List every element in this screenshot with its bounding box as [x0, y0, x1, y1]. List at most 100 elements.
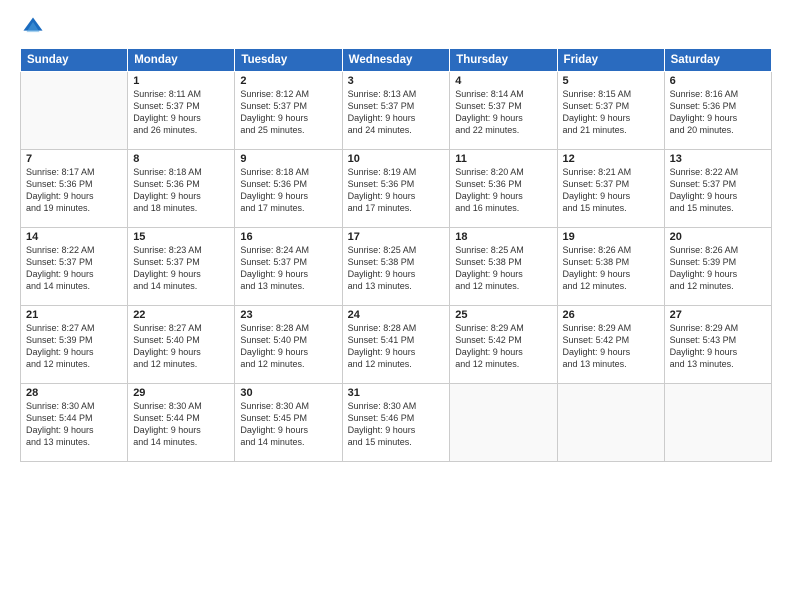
calendar-cell: 17Sunrise: 8:25 AM Sunset: 5:38 PM Dayli…	[342, 228, 450, 306]
weekday-header-saturday: Saturday	[664, 49, 771, 72]
day-info: Sunrise: 8:22 AM Sunset: 5:37 PM Dayligh…	[670, 166, 766, 215]
day-info: Sunrise: 8:29 AM Sunset: 5:43 PM Dayligh…	[670, 322, 766, 371]
day-number: 5	[563, 75, 659, 87]
day-info: Sunrise: 8:26 AM Sunset: 5:39 PM Dayligh…	[670, 244, 766, 293]
day-info: Sunrise: 8:29 AM Sunset: 5:42 PM Dayligh…	[455, 322, 551, 371]
day-number: 16	[240, 231, 336, 243]
calendar-cell: 5Sunrise: 8:15 AM Sunset: 5:37 PM Daylig…	[557, 72, 664, 150]
day-number: 31	[348, 387, 445, 399]
day-info: Sunrise: 8:24 AM Sunset: 5:37 PM Dayligh…	[240, 244, 336, 293]
day-info: Sunrise: 8:13 AM Sunset: 5:37 PM Dayligh…	[348, 88, 445, 137]
logo	[20, 16, 44, 38]
day-number: 22	[133, 309, 229, 321]
day-number: 19	[563, 231, 659, 243]
calendar-cell: 16Sunrise: 8:24 AM Sunset: 5:37 PM Dayli…	[235, 228, 342, 306]
calendar-cell: 3Sunrise: 8:13 AM Sunset: 5:37 PM Daylig…	[342, 72, 450, 150]
calendar-cell: 2Sunrise: 8:12 AM Sunset: 5:37 PM Daylig…	[235, 72, 342, 150]
day-info: Sunrise: 8:18 AM Sunset: 5:36 PM Dayligh…	[240, 166, 336, 215]
day-info: Sunrise: 8:27 AM Sunset: 5:39 PM Dayligh…	[26, 322, 122, 371]
calendar-week-1: 1Sunrise: 8:11 AM Sunset: 5:37 PM Daylig…	[21, 72, 772, 150]
day-number: 9	[240, 153, 336, 165]
day-info: Sunrise: 8:20 AM Sunset: 5:36 PM Dayligh…	[455, 166, 551, 215]
day-number: 15	[133, 231, 229, 243]
day-number: 27	[670, 309, 766, 321]
logo-icon	[22, 16, 44, 38]
day-number: 11	[455, 153, 551, 165]
calendar-cell: 27Sunrise: 8:29 AM Sunset: 5:43 PM Dayli…	[664, 306, 771, 384]
day-info: Sunrise: 8:28 AM Sunset: 5:41 PM Dayligh…	[348, 322, 445, 371]
header	[20, 16, 772, 38]
day-info: Sunrise: 8:15 AM Sunset: 5:37 PM Dayligh…	[563, 88, 659, 137]
day-number: 6	[670, 75, 766, 87]
day-info: Sunrise: 8:22 AM Sunset: 5:37 PM Dayligh…	[26, 244, 122, 293]
day-number: 2	[240, 75, 336, 87]
weekday-header-wednesday: Wednesday	[342, 49, 450, 72]
day-info: Sunrise: 8:23 AM Sunset: 5:37 PM Dayligh…	[133, 244, 229, 293]
day-info: Sunrise: 8:30 AM Sunset: 5:46 PM Dayligh…	[348, 400, 445, 449]
weekday-header-sunday: Sunday	[21, 49, 128, 72]
day-info: Sunrise: 8:17 AM Sunset: 5:36 PM Dayligh…	[26, 166, 122, 215]
day-number: 25	[455, 309, 551, 321]
day-number: 12	[563, 153, 659, 165]
weekday-header-thursday: Thursday	[450, 49, 557, 72]
page: SundayMondayTuesdayWednesdayThursdayFrid…	[0, 0, 792, 612]
day-info: Sunrise: 8:11 AM Sunset: 5:37 PM Dayligh…	[133, 88, 229, 137]
calendar-cell: 18Sunrise: 8:25 AM Sunset: 5:38 PM Dayli…	[450, 228, 557, 306]
calendar-week-4: 21Sunrise: 8:27 AM Sunset: 5:39 PM Dayli…	[21, 306, 772, 384]
calendar-cell: 10Sunrise: 8:19 AM Sunset: 5:36 PM Dayli…	[342, 150, 450, 228]
day-number: 30	[240, 387, 336, 399]
calendar-cell: 15Sunrise: 8:23 AM Sunset: 5:37 PM Dayli…	[128, 228, 235, 306]
weekday-header-tuesday: Tuesday	[235, 49, 342, 72]
day-number: 7	[26, 153, 122, 165]
calendar-cell: 13Sunrise: 8:22 AM Sunset: 5:37 PM Dayli…	[664, 150, 771, 228]
day-number: 23	[240, 309, 336, 321]
calendar-cell: 21Sunrise: 8:27 AM Sunset: 5:39 PM Dayli…	[21, 306, 128, 384]
day-info: Sunrise: 8:25 AM Sunset: 5:38 PM Dayligh…	[348, 244, 445, 293]
day-number: 10	[348, 153, 445, 165]
calendar-cell: 12Sunrise: 8:21 AM Sunset: 5:37 PM Dayli…	[557, 150, 664, 228]
calendar-cell	[557, 384, 664, 462]
weekday-header-row: SundayMondayTuesdayWednesdayThursdayFrid…	[21, 49, 772, 72]
calendar-week-5: 28Sunrise: 8:30 AM Sunset: 5:44 PM Dayli…	[21, 384, 772, 462]
day-number: 28	[26, 387, 122, 399]
calendar-cell: 31Sunrise: 8:30 AM Sunset: 5:46 PM Dayli…	[342, 384, 450, 462]
day-number: 4	[455, 75, 551, 87]
day-number: 8	[133, 153, 229, 165]
calendar-cell: 8Sunrise: 8:18 AM Sunset: 5:36 PM Daylig…	[128, 150, 235, 228]
calendar-cell: 4Sunrise: 8:14 AM Sunset: 5:37 PM Daylig…	[450, 72, 557, 150]
day-info: Sunrise: 8:30 AM Sunset: 5:44 PM Dayligh…	[26, 400, 122, 449]
calendar-cell: 1Sunrise: 8:11 AM Sunset: 5:37 PM Daylig…	[128, 72, 235, 150]
day-number: 20	[670, 231, 766, 243]
day-info: Sunrise: 8:21 AM Sunset: 5:37 PM Dayligh…	[563, 166, 659, 215]
day-number: 18	[455, 231, 551, 243]
calendar-cell: 24Sunrise: 8:28 AM Sunset: 5:41 PM Dayli…	[342, 306, 450, 384]
day-info: Sunrise: 8:18 AM Sunset: 5:36 PM Dayligh…	[133, 166, 229, 215]
calendar-cell: 26Sunrise: 8:29 AM Sunset: 5:42 PM Dayli…	[557, 306, 664, 384]
calendar-cell: 23Sunrise: 8:28 AM Sunset: 5:40 PM Dayli…	[235, 306, 342, 384]
day-info: Sunrise: 8:25 AM Sunset: 5:38 PM Dayligh…	[455, 244, 551, 293]
calendar-cell: 9Sunrise: 8:18 AM Sunset: 5:36 PM Daylig…	[235, 150, 342, 228]
calendar-week-3: 14Sunrise: 8:22 AM Sunset: 5:37 PM Dayli…	[21, 228, 772, 306]
weekday-header-monday: Monday	[128, 49, 235, 72]
day-info: Sunrise: 8:26 AM Sunset: 5:38 PM Dayligh…	[563, 244, 659, 293]
calendar-cell	[664, 384, 771, 462]
day-number: 24	[348, 309, 445, 321]
day-info: Sunrise: 8:29 AM Sunset: 5:42 PM Dayligh…	[563, 322, 659, 371]
calendar-week-2: 7Sunrise: 8:17 AM Sunset: 5:36 PM Daylig…	[21, 150, 772, 228]
day-number: 26	[563, 309, 659, 321]
day-info: Sunrise: 8:28 AM Sunset: 5:40 PM Dayligh…	[240, 322, 336, 371]
calendar-cell: 29Sunrise: 8:30 AM Sunset: 5:44 PM Dayli…	[128, 384, 235, 462]
day-info: Sunrise: 8:30 AM Sunset: 5:45 PM Dayligh…	[240, 400, 336, 449]
calendar-cell: 22Sunrise: 8:27 AM Sunset: 5:40 PM Dayli…	[128, 306, 235, 384]
day-info: Sunrise: 8:19 AM Sunset: 5:36 PM Dayligh…	[348, 166, 445, 215]
weekday-header-friday: Friday	[557, 49, 664, 72]
calendar-cell: 20Sunrise: 8:26 AM Sunset: 5:39 PM Dayli…	[664, 228, 771, 306]
day-info: Sunrise: 8:14 AM Sunset: 5:37 PM Dayligh…	[455, 88, 551, 137]
day-number: 14	[26, 231, 122, 243]
day-info: Sunrise: 8:16 AM Sunset: 5:36 PM Dayligh…	[670, 88, 766, 137]
calendar-cell	[450, 384, 557, 462]
calendar-cell: 25Sunrise: 8:29 AM Sunset: 5:42 PM Dayli…	[450, 306, 557, 384]
day-info: Sunrise: 8:27 AM Sunset: 5:40 PM Dayligh…	[133, 322, 229, 371]
day-number: 17	[348, 231, 445, 243]
day-number: 21	[26, 309, 122, 321]
